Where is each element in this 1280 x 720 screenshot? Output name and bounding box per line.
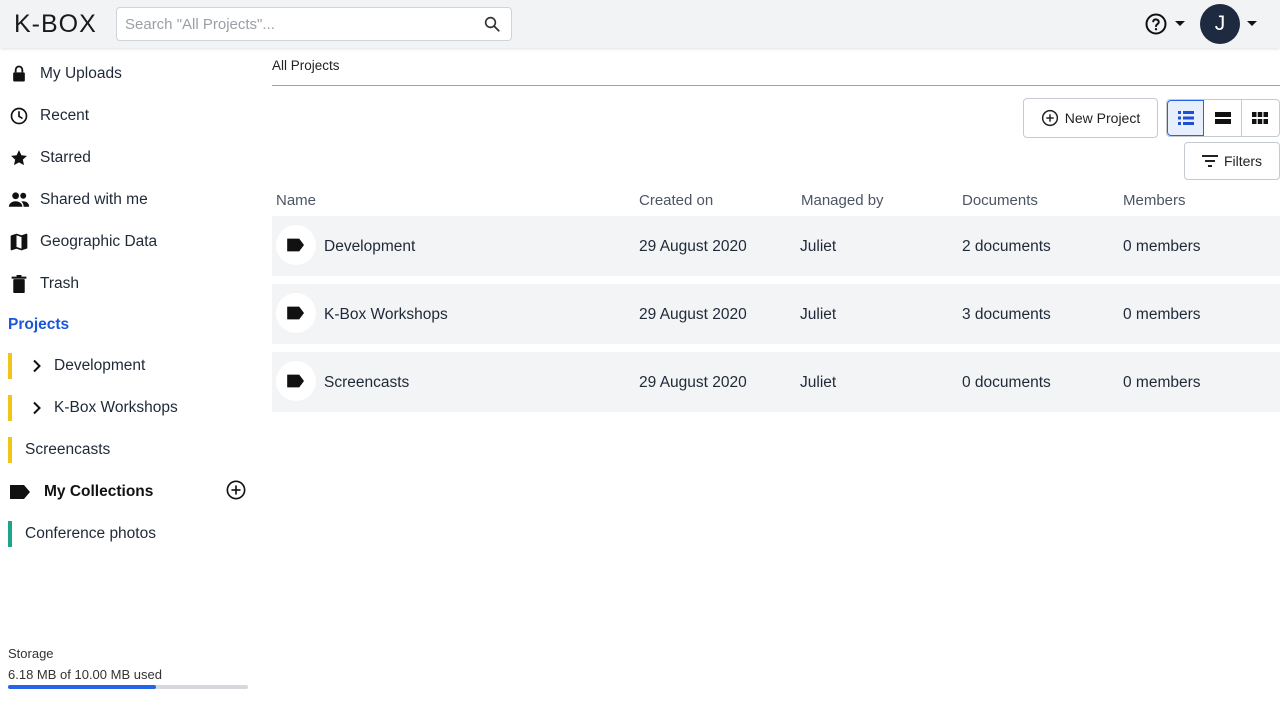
help-icon [1145, 13, 1167, 35]
lock-icon [8, 63, 30, 85]
managed-by: Juliet [800, 238, 837, 255]
created-on: 29 August 2020 [639, 306, 747, 323]
storage-usage: Storage 6.18 MB of 10.00 MB used [8, 646, 248, 689]
documents-count: 3 documents [962, 306, 1051, 323]
column-header-name[interactable]: Name [276, 192, 316, 209]
divider [272, 85, 1280, 86]
column-header-members[interactable]: Members [1123, 192, 1186, 209]
sidebar-project-label: Screencasts [25, 441, 111, 458]
label-tag-icon [287, 306, 304, 320]
chevron-right-icon[interactable] [30, 359, 44, 373]
user-avatar[interactable]: J [1200, 4, 1240, 44]
column-header-managed-by[interactable]: Managed by [801, 192, 884, 209]
managed-by: Juliet [800, 306, 837, 323]
sidebar-project-label: K-Box Workshops [54, 399, 178, 416]
members-count: 0 members [1123, 374, 1201, 391]
filter-icon [1201, 155, 1218, 167]
filters-label: Filters [1223, 153, 1263, 169]
sidebar-item-label: Starred [40, 149, 91, 166]
storage-label: Storage [8, 646, 54, 661]
breadcrumb[interactable]: All Projects [272, 58, 340, 73]
project-name[interactable]: Development [324, 238, 415, 256]
created-on: 29 August 2020 [639, 238, 747, 255]
sidebar-item-starred[interactable]: Starred [8, 141, 248, 175]
details-view-button[interactable] [1167, 100, 1205, 136]
sidebar-collection-label: Conference photos [25, 525, 156, 542]
sidebar-project-development[interactable]: Development [8, 353, 248, 379]
app-logo[interactable]: K-BOX [14, 10, 97, 39]
project-name[interactable]: K-Box Workshops [324, 306, 448, 324]
grid-view-button[interactable] [1242, 100, 1279, 136]
sidebar: My Uploads Recent Starred Shared with me… [0, 48, 260, 720]
map-icon [8, 231, 30, 253]
storage-progress-bar [8, 685, 248, 689]
table-row[interactable]: Screencasts 29 August 2020 Juliet 0 docu… [272, 352, 1280, 412]
search-icon[interactable] [483, 15, 501, 33]
add-collection-icon[interactable] [226, 480, 246, 500]
sidebar-item-trash[interactable]: Trash [8, 267, 248, 301]
sidebar-item-label: Shared with me [40, 191, 148, 208]
documents-count: 2 documents [962, 238, 1051, 255]
project-icon-badge [276, 361, 316, 401]
sidebar-project-k-box-workshops[interactable]: K-Box Workshops [8, 395, 248, 421]
sidebar-project-screencasts[interactable]: Screencasts [8, 437, 248, 463]
add-circle-icon [1041, 109, 1058, 127]
label-tag-icon [287, 238, 304, 252]
trash-icon [8, 273, 30, 295]
chevron-right-icon[interactable] [30, 401, 44, 415]
sidebar-item-geographic-data[interactable]: Geographic Data [8, 225, 248, 259]
clock-icon [8, 105, 30, 127]
search-box[interactable] [116, 7, 512, 41]
filters-button[interactable]: Filters [1184, 142, 1280, 180]
documents-count: 0 documents [962, 374, 1051, 391]
storage-progress-fill [8, 685, 157, 689]
storage-used-text: 6.18 MB of 10.00 MB used [8, 667, 162, 682]
sidebar-item-label: My Uploads [40, 65, 122, 82]
created-on: 29 August 2020 [639, 374, 747, 391]
project-icon-badge [276, 293, 316, 333]
column-header-created-on[interactable]: Created on [639, 192, 713, 209]
new-project-button[interactable]: New Project [1023, 98, 1158, 138]
view-mode-toggle [1166, 99, 1280, 137]
managed-by: Juliet [800, 374, 837, 391]
top-bar: K-BOX J [0, 0, 1280, 48]
cards-view-button[interactable] [1204, 100, 1242, 136]
project-name[interactable]: Screencasts [324, 374, 409, 392]
grid-view-icon [1252, 112, 1269, 124]
sidebar-item-label: Geographic Data [40, 233, 158, 250]
sidebar-collection-conference-photos[interactable]: Conference photos [8, 521, 248, 547]
new-project-label: New Project [1064, 110, 1141, 126]
my-collections-title[interactable]: My Collections [8, 478, 248, 506]
sidebar-item-label: Recent [40, 107, 90, 124]
caret-down-icon [1175, 21, 1185, 26]
label-tag-icon [10, 485, 30, 499]
my-collections-label: My Collections [44, 483, 154, 500]
column-header-documents[interactable]: Documents [962, 192, 1038, 209]
search-input[interactable] [125, 8, 475, 40]
table-row[interactable]: Development 29 August 2020 Juliet 2 docu… [272, 216, 1280, 276]
projects-section-title[interactable]: Projects [8, 316, 69, 334]
people-icon [8, 189, 30, 211]
project-icon-badge [276, 225, 316, 265]
members-count: 0 members [1123, 306, 1201, 323]
sidebar-item-recent[interactable]: Recent [8, 99, 248, 133]
caret-down-icon[interactable] [1245, 18, 1259, 30]
table-row[interactable]: K-Box Workshops 29 August 2020 Juliet 3 … [272, 284, 1280, 344]
sidebar-project-label: Development [54, 357, 146, 374]
sidebar-item-shared-with-me[interactable]: Shared with me [8, 183, 248, 217]
stream-view-icon [1214, 112, 1231, 124]
help-menu-button[interactable] [1144, 12, 1188, 36]
sidebar-item-my-uploads[interactable]: My Uploads [8, 57, 248, 91]
list-view-icon [1177, 111, 1194, 125]
members-count: 0 members [1123, 238, 1201, 255]
sidebar-item-label: Trash [40, 275, 80, 292]
label-tag-icon [287, 374, 304, 388]
star-icon [8, 147, 30, 169]
